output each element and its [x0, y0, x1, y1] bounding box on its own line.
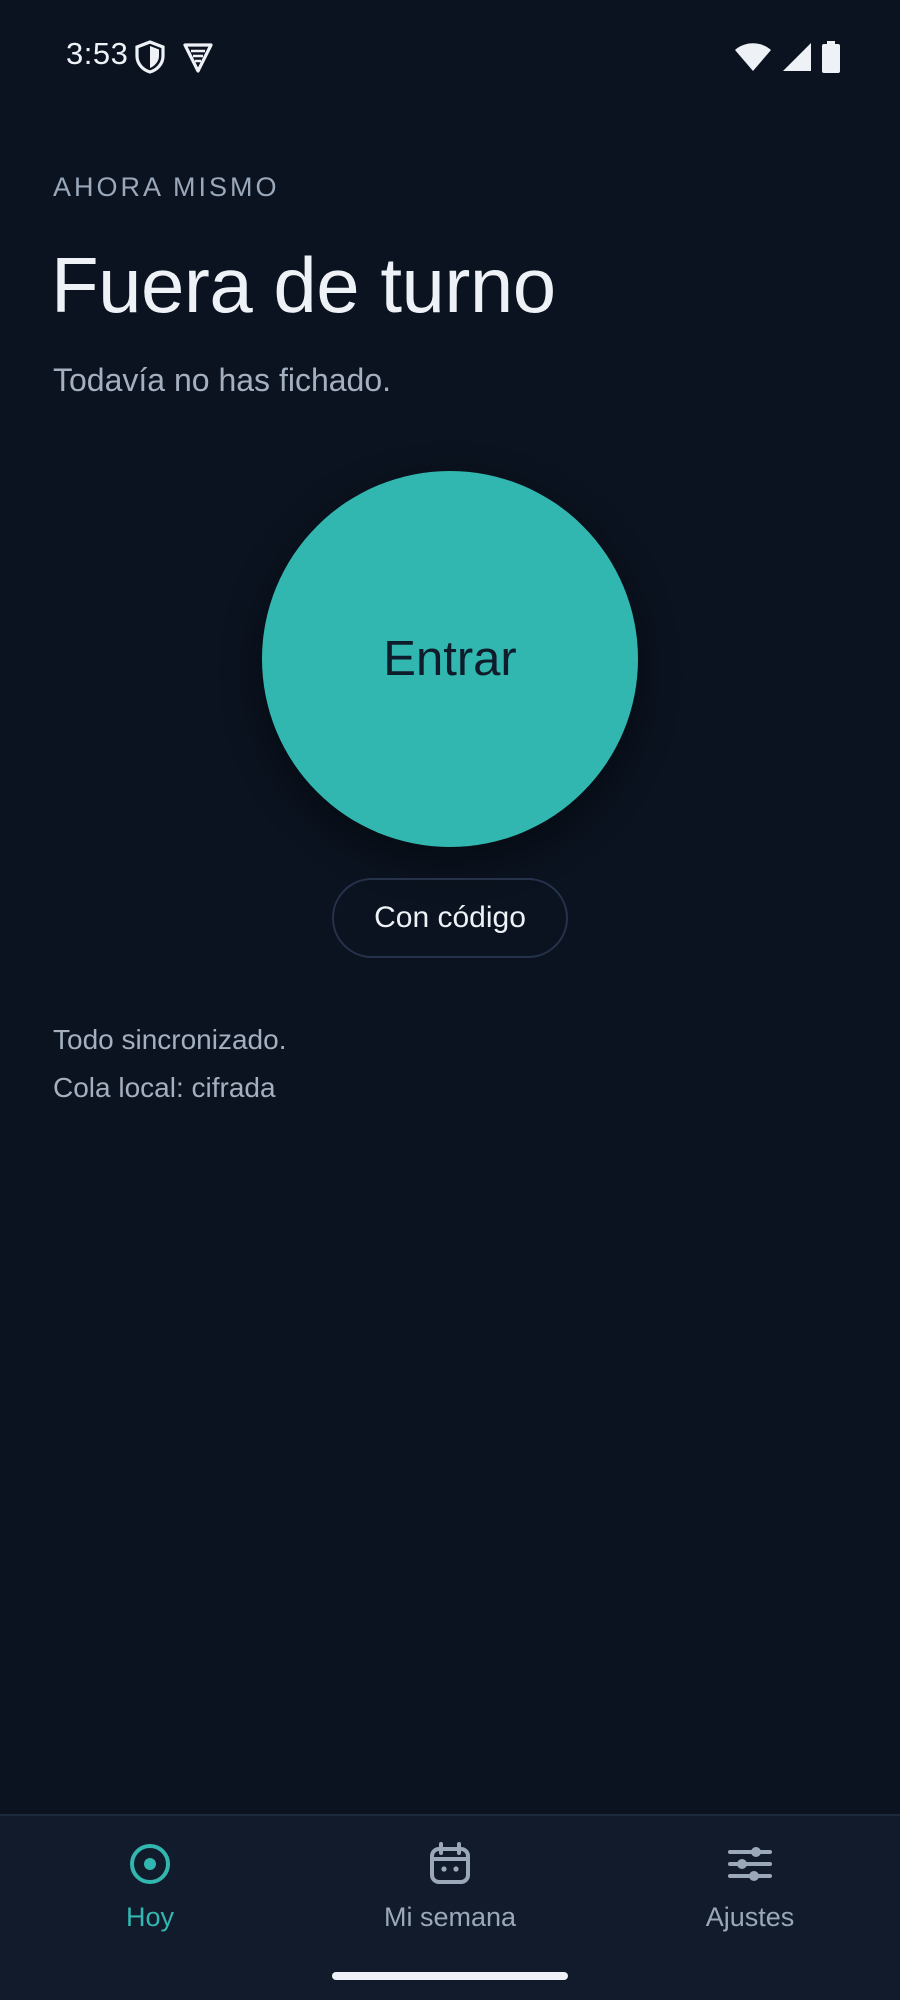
nav-label-ajustes: Ajustes [705, 1902, 795, 1932]
code-button[interactable]: Con código [332, 878, 568, 958]
nav-item-hoy[interactable]: Hoy [0, 1816, 300, 1966]
target-icon [130, 1844, 170, 1884]
status-bar: 3:53 [0, 0, 900, 112]
nav-item-ajustes[interactable]: Ajustes [600, 1816, 900, 1966]
battery-icon [822, 41, 840, 73]
status-time: 3:53 [66, 36, 129, 71]
calendar-icon [430, 1842, 470, 1884]
eyebrow-label: AHORA MISMO [53, 172, 280, 202]
page-subtitle: Todavía no has fichado. [53, 362, 392, 398]
home-indicator[interactable] [332, 1972, 568, 1980]
nav-label-hoy: Hoy [125, 1902, 174, 1932]
sync-status: Todo sincronizado. [53, 1024, 287, 1055]
nav-label-mi-semana: Mi semana [383, 1902, 517, 1932]
cellular-signal-icon [783, 43, 811, 71]
shield-icon [135, 40, 165, 74]
status-right-icons [734, 40, 840, 74]
clock-in-button[interactable]: Entrar [262, 471, 638, 847]
nav-item-mi-semana[interactable]: Mi semana [300, 1816, 600, 1966]
code-button-label: Con código [374, 901, 526, 934]
wifi-icon [735, 43, 771, 71]
clock-in-label: Entrar [383, 632, 517, 686]
page-title: Fuera de turno [51, 241, 556, 329]
app-screen: 3:53 AHORA MISMO Fuera de turno Todavía … [0, 0, 900, 2000]
sliders-icon [728, 1847, 772, 1881]
vpn-triangle-icon [183, 43, 213, 73]
queue-status: Cola local: cifrada [53, 1072, 276, 1103]
